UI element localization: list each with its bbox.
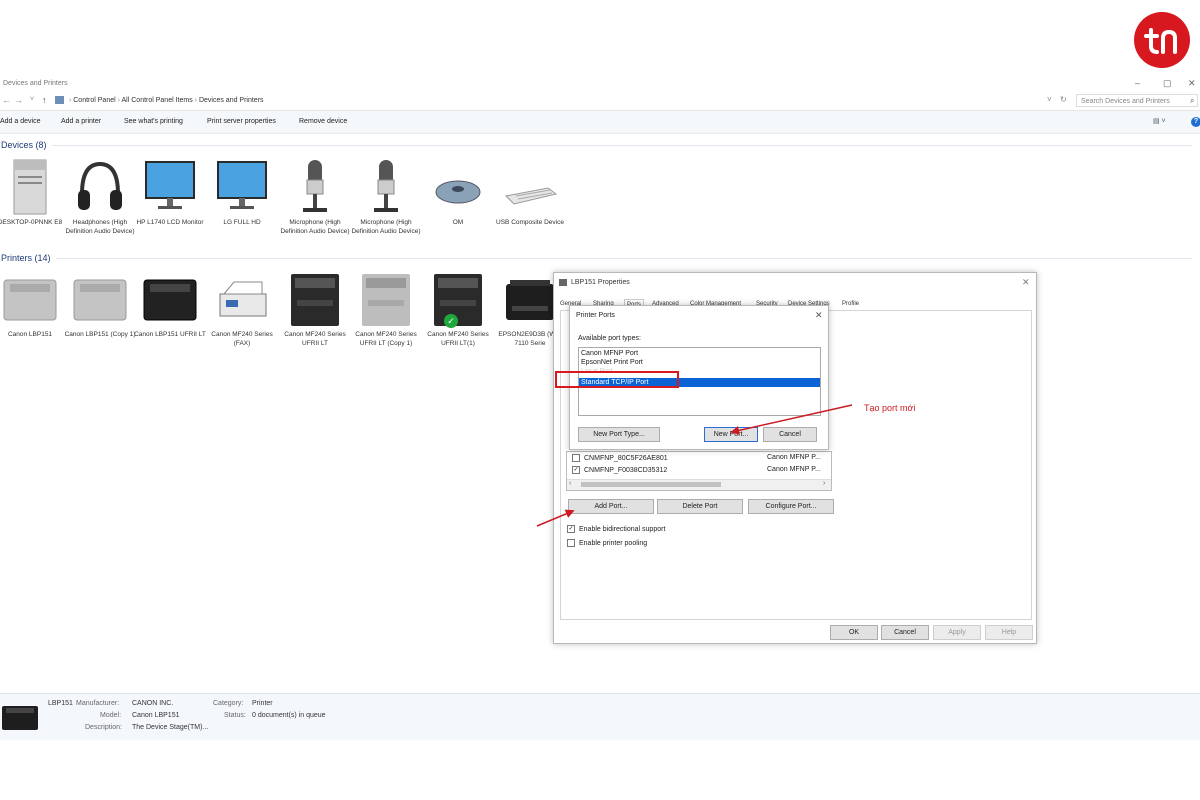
annotation-arrows [536, 404, 853, 527]
new-port-arrow [730, 404, 853, 435]
add-port-arrow [536, 509, 575, 527]
annotation-text: Tạo port mới [864, 403, 916, 413]
